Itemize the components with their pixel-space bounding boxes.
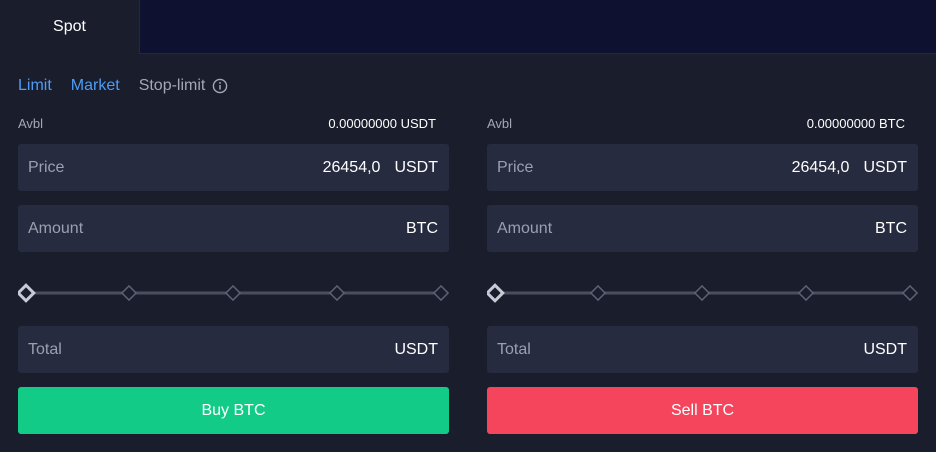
slider-step-25[interactable] [120, 284, 138, 302]
sell-panel: Avbl 0.00000000 BTC Price 26454,0 USDT A… [485, 0, 919, 452]
avbl-value: 0.00000000 BTC [806, 115, 905, 131]
amount-label: Amount [28, 219, 84, 237]
slider-step-75[interactable] [797, 284, 815, 302]
price-label: Price [28, 158, 65, 176]
sell-btc-button[interactable]: Sell BTC [487, 387, 918, 434]
price-value[interactable]: 26454,0 [323, 159, 381, 177]
buy-btc-button[interactable]: Buy BTC [18, 387, 449, 434]
price-unit: USDT [863, 158, 907, 176]
total-unit: USDT [863, 340, 907, 358]
amount-unit: BTC [875, 219, 907, 237]
price-label: Price [497, 158, 534, 176]
avbl-value: 0.00000000 USDT [328, 115, 436, 131]
price-unit: USDT [394, 158, 438, 176]
price-value[interactable]: 26454,0 [792, 159, 850, 177]
slider-step-50[interactable] [693, 284, 711, 302]
sell-total-field[interactable]: Total USDT [487, 326, 918, 373]
sell-percent-slider[interactable] [485, 282, 919, 304]
sell-available-balance: Avbl 0.00000000 BTC [487, 114, 905, 132]
amount-unit: BTC [406, 219, 438, 237]
buy-panel: Avbl 0.00000000 USDT Price 26454,0 USDT … [16, 0, 450, 452]
avbl-label: Avbl [487, 115, 513, 131]
total-unit: USDT [394, 340, 438, 358]
buy-total-field[interactable]: Total USDT [18, 326, 449, 373]
slider-step-25[interactable] [589, 284, 607, 302]
slider-handle-diamond-icon[interactable] [485, 283, 505, 303]
avbl-label: Avbl [18, 115, 44, 131]
total-label: Total [28, 340, 62, 358]
buy-amount-field[interactable]: Amount BTC [18, 205, 449, 252]
slider-step-100[interactable] [432, 284, 450, 302]
total-label: Total [497, 340, 531, 358]
buy-percent-slider[interactable] [16, 282, 450, 304]
slider-step-75[interactable] [328, 284, 346, 302]
slider-handle-diamond-icon[interactable] [16, 283, 36, 303]
sell-amount-field[interactable]: Amount BTC [487, 205, 918, 252]
amount-label: Amount [497, 219, 553, 237]
buy-available-balance: Avbl 0.00000000 USDT [18, 114, 436, 132]
slider-step-50[interactable] [224, 284, 242, 302]
buy-price-field[interactable]: Price 26454,0 USDT [18, 144, 449, 191]
slider-step-100[interactable] [901, 284, 919, 302]
sell-price-field[interactable]: Price 26454,0 USDT [487, 144, 918, 191]
